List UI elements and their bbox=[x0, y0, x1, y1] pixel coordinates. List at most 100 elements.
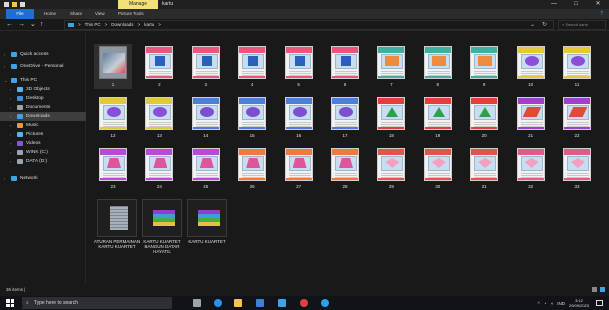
tab-view[interactable]: View bbox=[95, 9, 105, 19]
help-icon[interactable]: ? bbox=[600, 11, 603, 17]
address-dropdown-button[interactable]: ⌄ bbox=[530, 20, 535, 30]
breadcrumb-kartu[interactable]: kartu bbox=[144, 21, 154, 29]
file-tile[interactable]: 32 bbox=[511, 146, 551, 192]
large-icons-view-icon[interactable] bbox=[600, 287, 605, 292]
file-tile[interactable]: 12 bbox=[93, 95, 133, 141]
chevron-icon[interactable]: › bbox=[10, 130, 14, 139]
archive-file-tile[interactable]: KARTU KUARTET BANGUN DATAR HAYATIL bbox=[140, 199, 184, 269]
nav-item-documents[interactable]: › Documents bbox=[0, 103, 86, 112]
file-tile[interactable]: 31 bbox=[464, 146, 504, 192]
tab-file[interactable]: File bbox=[6, 9, 34, 19]
network-tray-icon[interactable]: ◔ bbox=[544, 301, 547, 306]
file-tile[interactable]: 4 bbox=[232, 44, 272, 90]
quick-access-toolbar[interactable] bbox=[4, 2, 25, 7]
nav-item-videos[interactable]: › Videos bbox=[0, 139, 86, 148]
nav-item-downloads[interactable]: › Downloads bbox=[0, 112, 86, 121]
file-tile[interactable]: 21 bbox=[511, 95, 551, 141]
refresh-button[interactable]: ↻ bbox=[542, 20, 547, 30]
chevron-icon[interactable]: › bbox=[10, 112, 14, 121]
search-input[interactable]: ⌕ Search kartu bbox=[558, 20, 606, 30]
file-tile[interactable]: 2 bbox=[139, 44, 179, 90]
file-tile[interactable]: 10 bbox=[511, 44, 551, 90]
chevron-icon[interactable]: › bbox=[10, 121, 14, 130]
file-tile[interactable]: 11 bbox=[557, 44, 597, 90]
file-tile[interactable]: 25 bbox=[186, 146, 226, 192]
nav-item-data-d[interactable]: › DATA (D:) bbox=[0, 157, 86, 166]
edge-icon[interactable] bbox=[214, 299, 222, 307]
chevron-icon[interactable]: › bbox=[4, 50, 8, 59]
file-tile[interactable]: 13 bbox=[139, 95, 179, 141]
chevron-icon[interactable]: › bbox=[10, 139, 14, 148]
chevron-icon[interactable]: › bbox=[4, 174, 8, 183]
folder-icon[interactable] bbox=[12, 2, 17, 7]
minimize-button[interactable]: — bbox=[543, 0, 565, 9]
nav-item-quick-access[interactable]: › Quick access bbox=[0, 50, 86, 59]
tab-picture-tools[interactable]: Picture Tools bbox=[118, 9, 144, 19]
browser-icon[interactable] bbox=[321, 299, 329, 307]
file-tile[interactable]: 8 bbox=[418, 44, 458, 90]
nav-item-music[interactable]: › Music bbox=[0, 121, 86, 130]
file-tile[interactable]: 6 bbox=[325, 44, 365, 90]
store-icon[interactable] bbox=[256, 299, 264, 307]
tab-share[interactable]: Share bbox=[70, 9, 82, 19]
taskbar-search-input[interactable]: ⌕ Type here to search bbox=[22, 297, 172, 309]
volume-icon[interactable]: ◖ bbox=[551, 301, 554, 306]
address-bar[interactable]: > This PC > Downloads > kartu > bbox=[64, 20, 554, 30]
nav-item-onedrive-personal[interactable]: › OneDrive - Personal bbox=[0, 62, 86, 71]
recent-locations-button[interactable]: ⌄ bbox=[30, 20, 36, 30]
file-tile[interactable]: 30 bbox=[418, 146, 458, 192]
chevron-icon[interactable]: › bbox=[10, 85, 14, 94]
file-tile[interactable]: 28 bbox=[325, 146, 365, 192]
up-button[interactable]: ↑ bbox=[40, 20, 44, 30]
nav-item-desktop[interactable]: › Desktop bbox=[0, 94, 86, 103]
document-file-tile[interactable]: ATURAN PERMAINAN KARTU KUARTET bbox=[94, 199, 140, 269]
notification-icon[interactable] bbox=[596, 300, 603, 306]
file-tile[interactable]: 3 bbox=[186, 44, 226, 90]
forward-button[interactable]: → bbox=[18, 20, 25, 30]
file-tile[interactable]: 33 bbox=[557, 146, 597, 192]
task-view-icon[interactable] bbox=[193, 299, 201, 307]
file-explorer-icon[interactable] bbox=[234, 299, 242, 307]
file-tile[interactable]: 1 bbox=[93, 44, 133, 90]
chevron-icon[interactable]: › bbox=[4, 62, 8, 71]
file-tile[interactable]: 15 bbox=[232, 95, 272, 141]
file-tile[interactable]: 26 bbox=[232, 146, 272, 192]
nav-item-wink-c[interactable]: › WINK (C:) bbox=[0, 148, 86, 157]
tab-home[interactable]: Home bbox=[44, 9, 56, 19]
chevron-icon[interactable]: › bbox=[10, 157, 14, 166]
chevron-icon[interactable]: › bbox=[10, 103, 14, 112]
file-tile[interactable]: 16 bbox=[279, 95, 319, 141]
chevron-icon[interactable]: › bbox=[10, 94, 14, 103]
manage-tab[interactable]: Manage bbox=[118, 0, 158, 9]
file-tile[interactable]: 18 bbox=[371, 95, 411, 141]
nav-item-3d-objects[interactable]: › 3D Objects bbox=[0, 85, 86, 94]
file-tile[interactable]: 22 bbox=[557, 95, 597, 141]
archive-file-tile[interactable]: KARTU KUARTET bbox=[185, 199, 229, 269]
language-indicator[interactable]: IND bbox=[557, 301, 565, 306]
chevron-icon[interactable]: ⌄ bbox=[4, 76, 8, 85]
breadcrumb-this-pc[interactable]: This PC bbox=[85, 21, 101, 29]
file-tile[interactable]: 23 bbox=[93, 146, 133, 192]
file-tile[interactable]: 24 bbox=[139, 146, 179, 192]
file-tile[interactable]: 5 bbox=[279, 44, 319, 90]
properties-icon[interactable] bbox=[20, 2, 25, 7]
tray-overflow-icon[interactable]: ^ bbox=[538, 301, 540, 306]
chevron-icon[interactable]: › bbox=[10, 148, 14, 157]
file-tile[interactable]: 29 bbox=[371, 146, 411, 192]
nav-item-network[interactable]: › Network bbox=[0, 174, 86, 183]
file-tile[interactable]: 20 bbox=[464, 95, 504, 141]
file-tile[interactable]: 19 bbox=[418, 95, 458, 141]
file-tile[interactable]: 27 bbox=[279, 146, 319, 192]
file-tile[interactable]: 14 bbox=[186, 95, 226, 141]
file-tile[interactable]: 7 bbox=[371, 44, 411, 90]
mail-icon[interactable] bbox=[278, 299, 286, 307]
file-tile[interactable]: 9 bbox=[464, 44, 504, 90]
nav-item-this-pc[interactable]: ⌄ This PC bbox=[0, 76, 86, 85]
file-tile[interactable]: 17 bbox=[325, 95, 365, 141]
maximize-button[interactable]: □ bbox=[565, 0, 587, 9]
close-button[interactable]: ✕ bbox=[587, 0, 609, 9]
back-button[interactable]: ← bbox=[6, 20, 13, 30]
nav-item-pictures[interactable]: › Pictures bbox=[0, 130, 86, 139]
breadcrumb-downloads[interactable]: Downloads bbox=[111, 21, 133, 29]
clock[interactable]: 3:12 29/09/2023 bbox=[569, 298, 589, 308]
